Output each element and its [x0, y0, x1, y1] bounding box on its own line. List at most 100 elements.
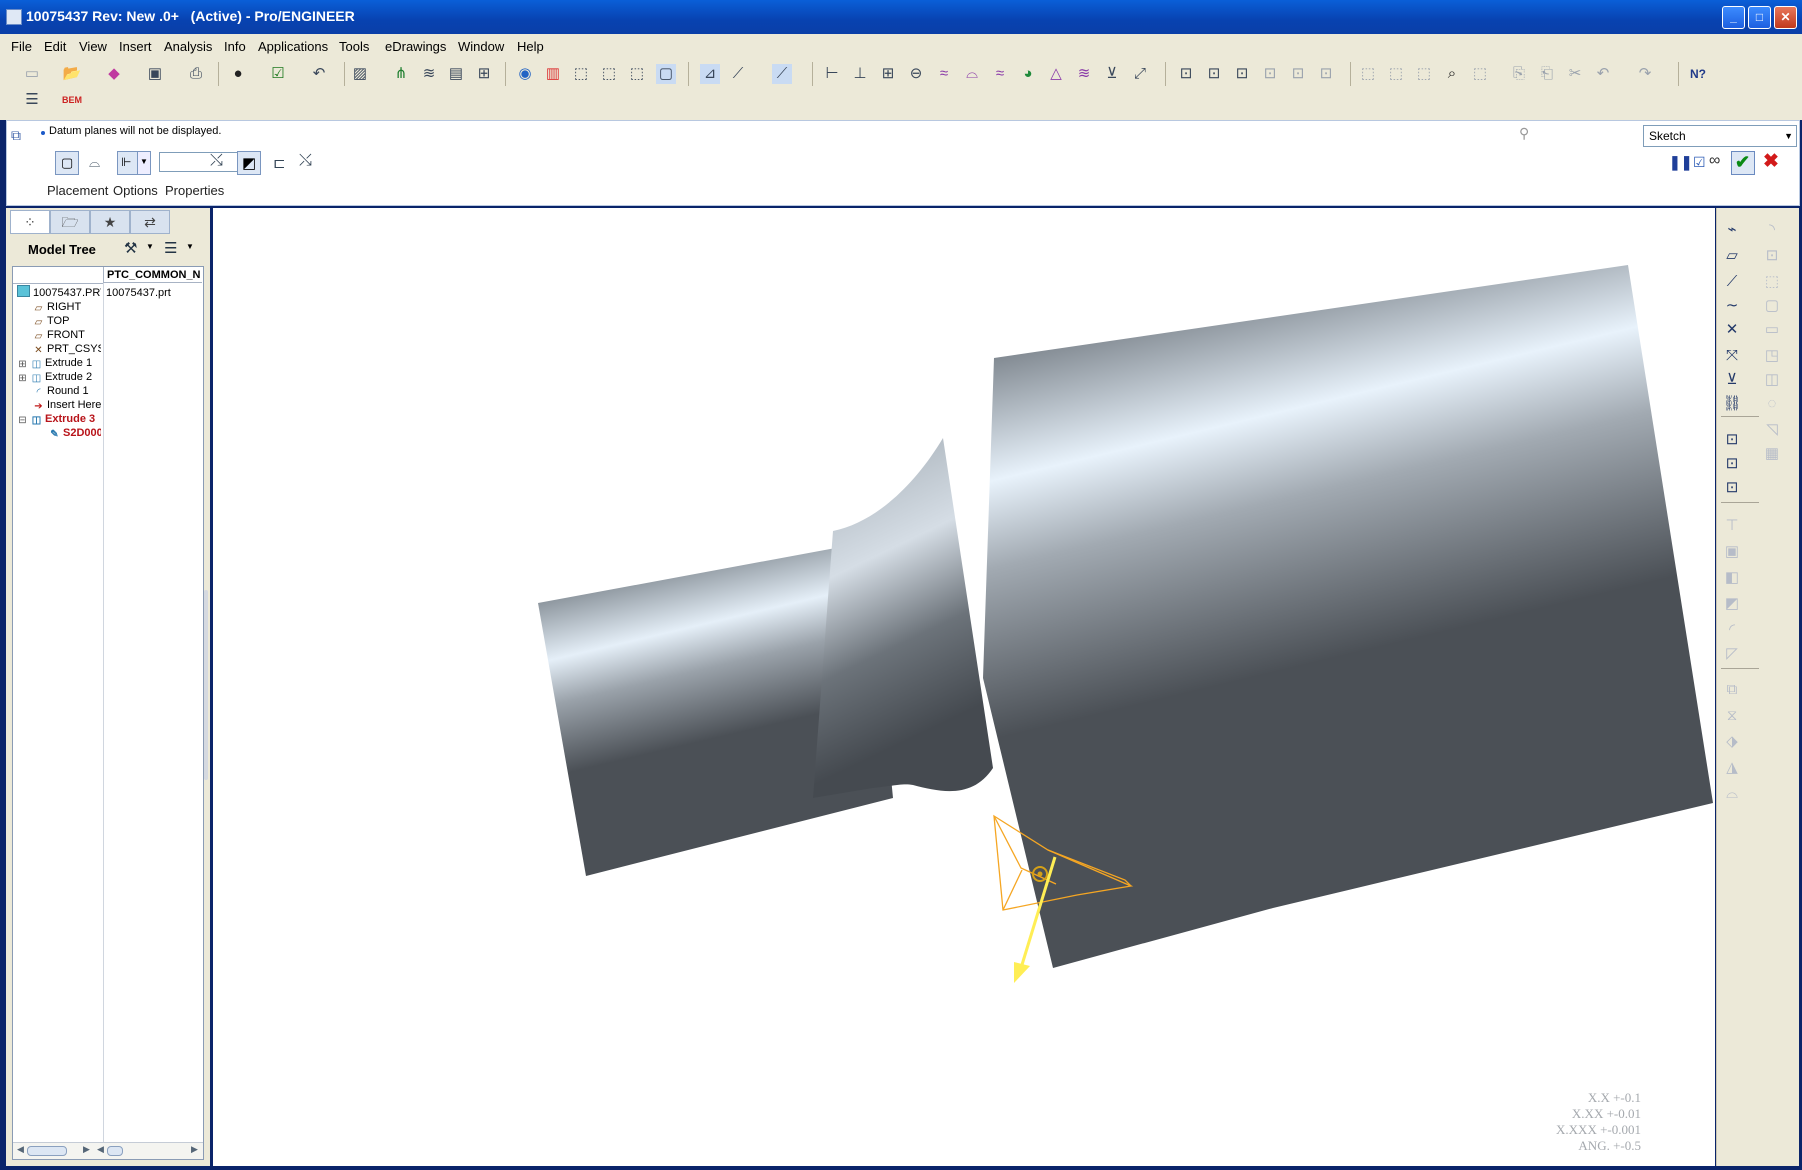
parameters-icon[interactable]: ⊡	[1232, 64, 1252, 84]
favorites-tab[interactable]: ★	[90, 210, 130, 234]
solid-type-button[interactable]: ▢	[55, 151, 79, 175]
round-tool-icon[interactable]: ◳	[1761, 346, 1783, 366]
slope-icon[interactable]: ≋	[1074, 64, 1094, 84]
relations-icon[interactable]: ⊡	[1204, 64, 1224, 84]
menu-view[interactable]: View	[79, 39, 107, 54]
menu-file[interactable]: File	[11, 39, 32, 54]
menu-edrawings[interactable]: eDrawings	[385, 39, 446, 54]
tree-columns-icon[interactable]: ☰	[164, 239, 177, 257]
save-icon[interactable]: ▭	[22, 64, 42, 84]
model-tree-tab[interactable]: ⁘	[10, 210, 50, 234]
expand-icon[interactable]: ⊞	[17, 374, 28, 384]
sel-filter-icon[interactable]: ⬚	[1414, 64, 1434, 84]
chevron-down-icon[interactable]: ▼	[146, 242, 154, 251]
extrude-tool-icon[interactable]: ⊡	[1721, 430, 1743, 450]
chamfer-feature-icon[interactable]: ◸	[1721, 644, 1743, 664]
orient-icon[interactable]: ▨	[350, 64, 370, 84]
model-view[interactable]	[213, 208, 1715, 1166]
datum-point-icon[interactable]: ✕	[1721, 320, 1743, 340]
scroll-left-icon[interactable]: ◀	[17, 1144, 24, 1155]
appearance-icon[interactable]: ◉	[515, 64, 535, 84]
paste-icon[interactable]: ⎗	[1537, 64, 1557, 84]
copy-icon[interactable]: ⎘	[1509, 64, 1529, 84]
drag-handle-center[interactable]	[1037, 871, 1043, 877]
maximize-button[interactable]: □	[1748, 6, 1771, 29]
minimize-button[interactable]: _	[1722, 6, 1745, 29]
glasses-icon[interactable]: ∞	[1709, 152, 1720, 170]
hole-icon[interactable]: ⊡	[1761, 246, 1783, 266]
menu-insert[interactable]: Insert	[119, 39, 152, 54]
shaded-icon[interactable]: ▢	[656, 64, 676, 84]
print-icon[interactable]: ⎙	[186, 64, 206, 84]
analysis-feature-icon[interactable]: ⊻	[1721, 370, 1743, 390]
model-player-icon[interactable]: ☰	[22, 90, 42, 110]
blend-icon[interactable]: ◹	[1761, 420, 1783, 440]
menu-analysis[interactable]: Analysis	[164, 39, 212, 54]
tree-settings-icon[interactable]: ⚒	[124, 239, 137, 257]
fillet-surface[interactable]	[813, 438, 993, 798]
flip-material-icon[interactable]: ⤯	[299, 152, 312, 170]
find-sel-icon[interactable]: ⬚	[1386, 64, 1406, 84]
dashboard-collapse-icon[interactable]: ⧉	[11, 127, 21, 144]
graphics-viewport[interactable]: X.X +-0.1 X.XX +-0.01 X.XXX +-0.001 ANG.…	[213, 208, 1715, 1166]
sketch-tool-icon[interactable]: ⌁	[1721, 220, 1743, 240]
csys-tool-icon[interactable]: ⤧	[1721, 346, 1743, 366]
draft-feature-icon[interactable]: ◩	[1721, 594, 1743, 614]
mass-icon[interactable]: ⊥	[850, 64, 870, 84]
copy-feature-icon[interactable]: ⊡	[1288, 64, 1308, 84]
measure-icon[interactable]: ⊢	[822, 64, 842, 84]
chamfer-icon[interactable]: ◫	[1761, 370, 1783, 390]
scroll-thumb[interactable]	[27, 1146, 67, 1156]
window-icon[interactable]: ▣	[145, 64, 165, 84]
draft-icon[interactable]: ⌓	[962, 64, 982, 84]
preview-checkbox[interactable]: ☑	[1693, 154, 1706, 171]
splitter-handle[interactable]	[204, 590, 208, 780]
menu-window[interactable]: Window	[458, 39, 504, 54]
shading-icon[interactable]: ●	[228, 64, 248, 84]
rib-tool-icon[interactable]: ◧	[1721, 568, 1743, 588]
color-bar-icon[interactable]: ▥	[543, 64, 563, 84]
round-feature-icon[interactable]: ◜	[1721, 620, 1743, 640]
menu-help[interactable]: Help	[517, 39, 544, 54]
scroll-right-icon[interactable]: ▶	[191, 1144, 198, 1155]
rib-icon[interactable]: ▢	[1761, 296, 1783, 316]
close-button[interactable]: ✕	[1774, 6, 1797, 29]
datum-curve-icon[interactable]: ∼	[1721, 296, 1743, 316]
bem-icon[interactable]: BEM	[62, 90, 82, 110]
regenerate-icon[interactable]: ☑	[268, 64, 288, 84]
menu-tools[interactable]: Tools	[339, 39, 369, 54]
cancel-button[interactable]: ✖	[1763, 150, 1779, 173]
pin-icon[interactable]: ⚲	[1519, 125, 1529, 142]
scroll-right-icon[interactable]: ▶	[83, 1144, 90, 1155]
copy-paste-icon[interactable]: ⧉	[1721, 680, 1743, 700]
point-display-icon[interactable]: ⟋	[772, 64, 792, 84]
menu-applications[interactable]: Applications	[258, 39, 328, 54]
table-icon[interactable]: ⊞	[878, 64, 898, 84]
distance-icon[interactable]: ⤢	[1130, 64, 1150, 84]
remove-material-button[interactable]: ◩	[237, 151, 261, 175]
scroll-left-icon[interactable]: ◀	[97, 1144, 104, 1155]
depth-option-button[interactable]: ⊩	[117, 151, 139, 175]
family-icon[interactable]: ⊡	[1176, 64, 1196, 84]
folder-browser-tab[interactable]: 🗁	[50, 210, 90, 234]
depth-dropdown[interactable]: ▼	[137, 151, 151, 175]
shell-icon[interactable]: ⬚	[1761, 272, 1783, 292]
shade-analysis-icon[interactable]: ◕	[1018, 64, 1038, 84]
datum-axis-tool-icon[interactable]: ⟋	[1721, 272, 1743, 292]
merge-icon[interactable]: ⬗	[1721, 732, 1743, 752]
flip-direction-icon[interactable]: ⤯	[210, 152, 223, 170]
tree-icon[interactable]: ⊞	[474, 64, 494, 84]
menu-info[interactable]: Info	[224, 39, 246, 54]
dihedral-icon[interactable]: ⊻	[1102, 64, 1122, 84]
offset-icon[interactable]: ≈	[990, 64, 1010, 84]
open-icon[interactable]: 📂	[62, 64, 82, 84]
datum-plane-tool-icon[interactable]: ▱	[1721, 246, 1743, 266]
sweep-icon[interactable]: ◌	[1761, 394, 1783, 414]
depth-input[interactable]	[159, 152, 239, 172]
select-icon[interactable]: ⬚	[1358, 64, 1378, 84]
surface-type-button[interactable]: ⌓	[89, 154, 100, 171]
section-icon[interactable]: ⊖	[906, 64, 926, 84]
reflection-icon[interactable]: △	[1046, 64, 1066, 84]
shell-tool-icon[interactable]: ▣	[1721, 542, 1743, 562]
chevron-down-icon[interactable]: ▼	[186, 242, 194, 251]
